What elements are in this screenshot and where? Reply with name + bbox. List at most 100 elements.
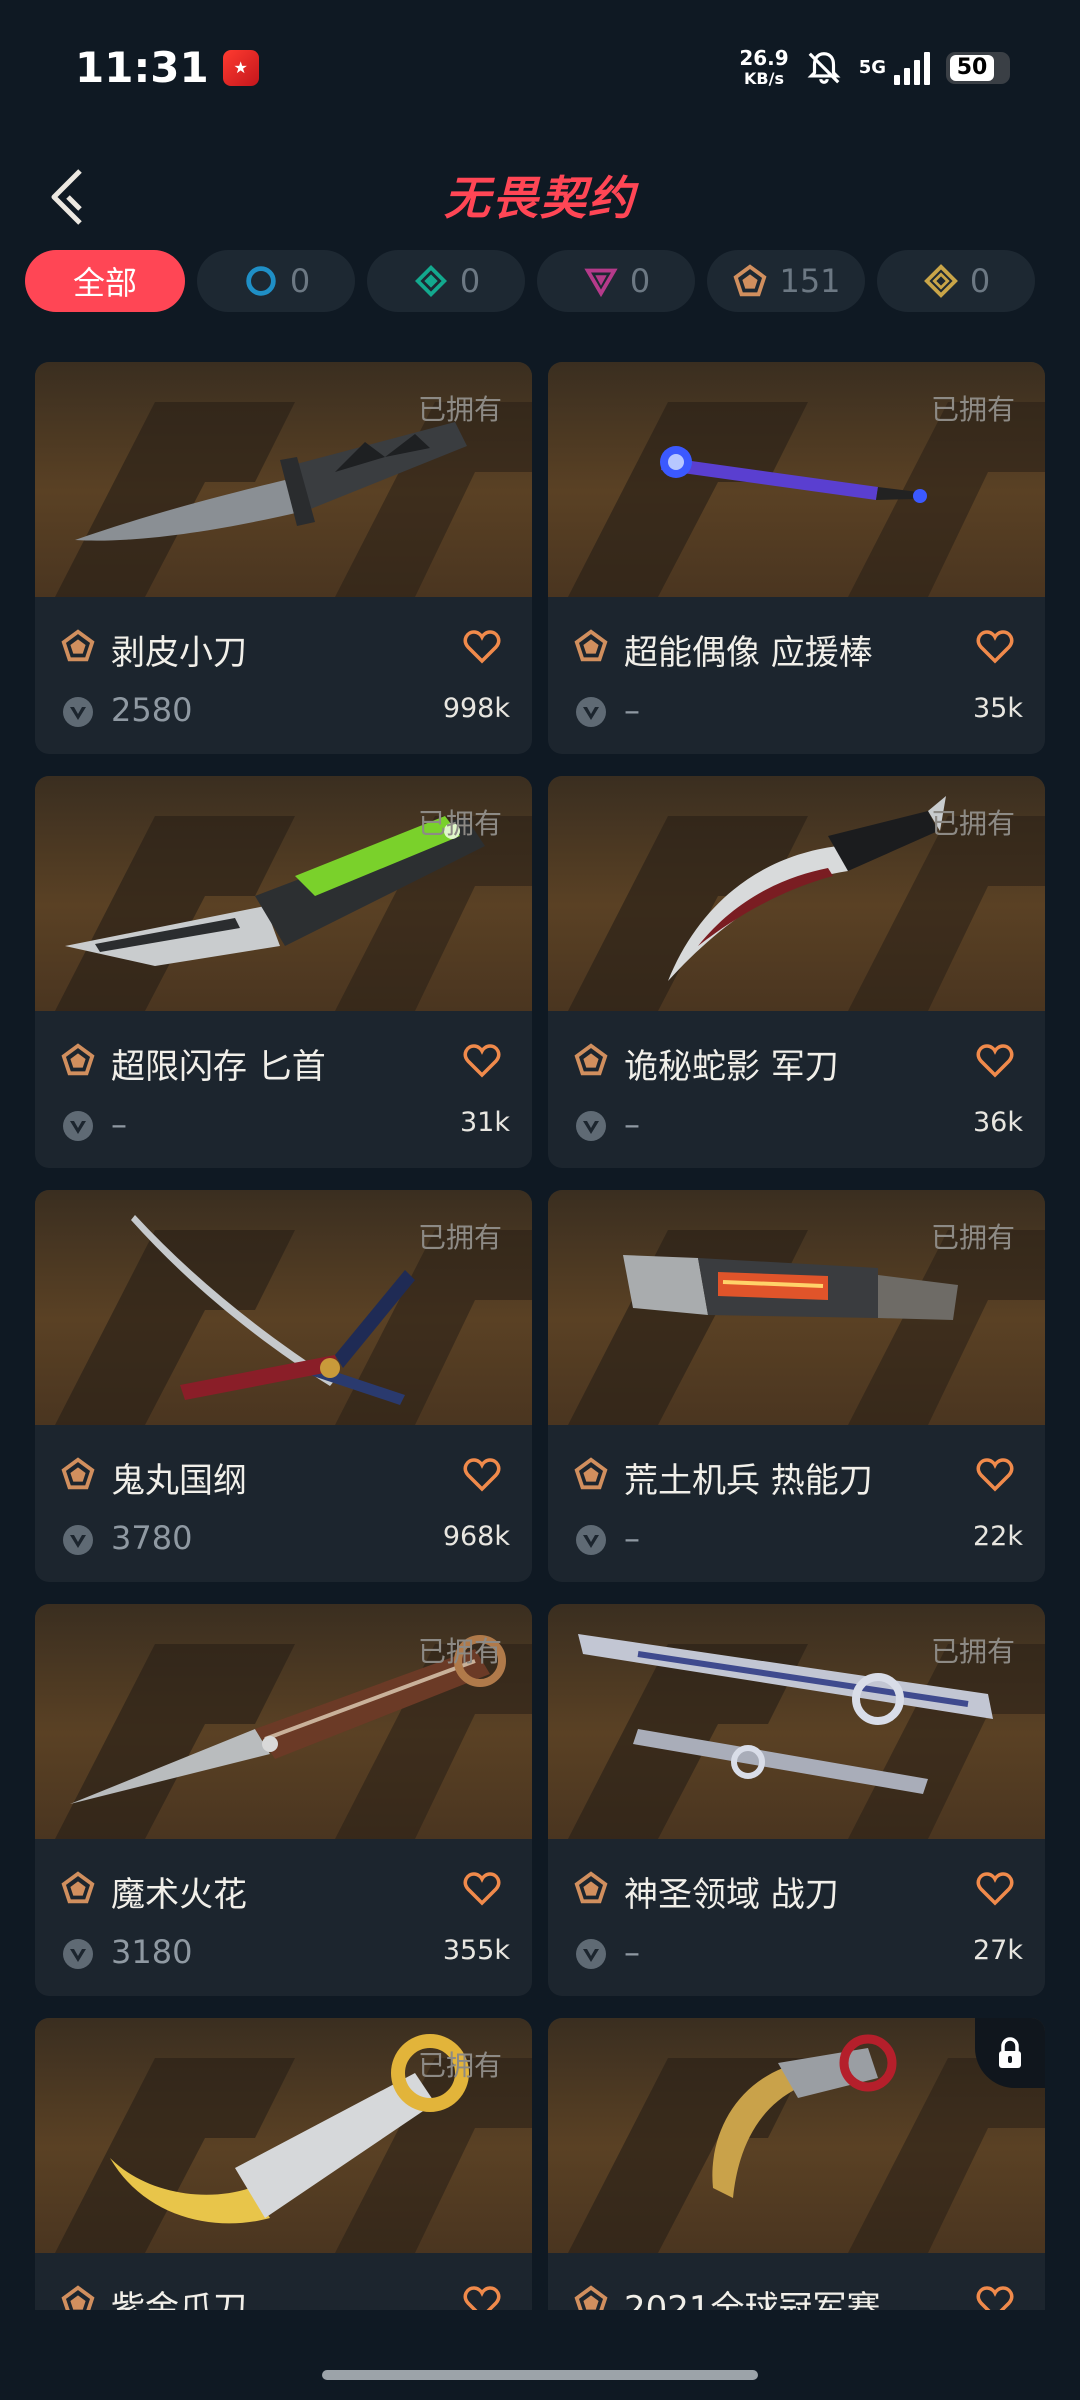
skin-image: [548, 2018, 1045, 2253]
like-count: 31k: [460, 1107, 510, 1138]
skin-card[interactable]: 已拥有 超限闪存 匕首 – 31k: [35, 776, 532, 1168]
valorant-points-icon: [576, 1939, 606, 1969]
exclusive-tier-icon: [61, 2285, 95, 2310]
heart-icon[interactable]: [975, 1041, 1015, 1081]
filter-deluxe-tier[interactable]: 0: [367, 250, 525, 312]
skin-price: –: [111, 1105, 127, 1143]
skin-card[interactable]: 已拥有 剥皮小刀 2580 998k: [35, 362, 532, 754]
skin-name: 紫金爪刀: [111, 2289, 247, 2310]
network-speed: 26.9 KB/s: [739, 48, 788, 87]
battery-icon: 50: [946, 51, 1010, 84]
like-count: 968k: [442, 1521, 510, 1552]
heart-icon[interactable]: [462, 1869, 502, 1909]
skin-image: 已拥有: [548, 776, 1045, 1011]
exclusive-tier-icon: [61, 1043, 95, 1076]
heart-icon[interactable]: [462, 1041, 502, 1081]
status-bar: 11:31 ★ 26.9 KB/s 5G 50: [0, 0, 1080, 135]
network-type: 5G: [858, 56, 886, 78]
skin-image: 已拥有: [35, 1190, 532, 1425]
skin-price: –: [624, 1105, 640, 1143]
skin-grid: 已拥有 剥皮小刀 2580 998k 已拥有 超能偶像 应援棒 – 35k 已拥…: [35, 362, 1045, 2310]
exclusive-tier-icon: [61, 629, 95, 662]
valorant-points-icon: [63, 1525, 93, 1555]
valorant-points-icon: [576, 697, 606, 727]
filter-ultra-tier[interactable]: 0: [877, 250, 1035, 312]
heart-icon[interactable]: [975, 1455, 1015, 1495]
like-count: 27k: [973, 1935, 1023, 1966]
filter-all-label: 全部: [72, 264, 137, 302]
skin-card[interactable]: 2021全球冠军赛: [548, 2018, 1045, 2310]
filter-select-tier[interactable]: 0: [197, 250, 355, 312]
network-speed-unit: KB/s: [744, 69, 784, 88]
skin-image: 已拥有: [548, 1190, 1045, 1425]
network-speed-value: 26.9: [739, 46, 789, 70]
page-title: 无畏契约: [444, 171, 636, 225]
skin-name: 超限闪存 匕首: [111, 1047, 326, 1087]
exclusive-tier-icon: [61, 1457, 95, 1490]
skin-card[interactable]: 已拥有 诡秘蛇影 军刀 – 36k: [548, 776, 1045, 1168]
filter-count: 0: [969, 262, 991, 300]
like-count: 998k: [442, 693, 510, 724]
bottom-bar: [0, 2310, 1080, 2400]
skin-price: 3780: [111, 1519, 193, 1557]
lock-icon: [999, 2037, 1021, 2068]
exclusive-tier-icon: [574, 629, 608, 662]
skin-card[interactable]: 已拥有 魔术火花 3180 355k: [35, 1604, 532, 1996]
filter-all[interactable]: 全部: [25, 250, 185, 312]
heart-icon[interactable]: [462, 2283, 502, 2310]
valorant-points-icon: [576, 1525, 606, 1555]
skin-card[interactable]: 已拥有 紫金爪刀: [35, 2018, 532, 2310]
signal-icon: [894, 51, 930, 85]
valorant-points-icon: [63, 1939, 93, 1969]
skin-card[interactable]: 已拥有 荒土机兵 热能刀 – 22k: [548, 1190, 1045, 1582]
deluxe-tier-icon: [414, 265, 447, 297]
owned-label: 已拥有: [930, 393, 1015, 426]
heart-icon[interactable]: [975, 2283, 1015, 2310]
app-notification-icon: ★: [222, 49, 259, 86]
skin-name: 2021全球冠军赛: [624, 2289, 881, 2310]
skin-image: 已拥有: [35, 2018, 532, 2253]
exclusive-tier-icon: [574, 1457, 608, 1490]
filter-count: 0: [459, 262, 481, 300]
skin-name: 鬼丸国纲: [111, 1461, 247, 1501]
home-indicator[interactable]: [322, 2370, 758, 2380]
heart-icon[interactable]: [975, 1869, 1015, 1909]
skin-price: 3180: [111, 1933, 193, 1971]
filter-count: 151: [779, 262, 841, 300]
ultra-tier-icon: [923, 264, 958, 298]
clock: 11:31: [75, 43, 209, 92]
skin-image: 已拥有: [35, 362, 532, 597]
skin-card[interactable]: 已拥有 神圣领域 战刀 – 27k: [548, 1604, 1045, 1996]
back-arrow-icon: [51, 169, 82, 225]
skin-name: 超能偶像 应援棒: [624, 633, 873, 673]
valorant-points-icon: [63, 1111, 93, 1141]
heart-icon[interactable]: [462, 627, 502, 667]
filter-premium-tier[interactable]: 0: [537, 250, 695, 312]
select-tier-icon: [246, 266, 276, 296]
skin-card[interactable]: 已拥有 超能偶像 应援棒 – 35k: [548, 362, 1045, 754]
like-count: 22k: [973, 1521, 1023, 1552]
owned-label: 已拥有: [417, 393, 502, 426]
skin-card[interactable]: 已拥有 鬼丸国纲 3780 968k: [35, 1190, 532, 1582]
champions-karambit-icon: [712, 2034, 897, 2198]
heart-icon[interactable]: [975, 627, 1015, 667]
owned-label: 已拥有: [417, 1221, 502, 1254]
like-count: 35k: [973, 693, 1023, 724]
filter-count: 0: [289, 262, 311, 300]
skin-name: 荒土机兵 热能刀: [624, 1461, 873, 1501]
skin-name: 诡秘蛇影 军刀: [624, 1047, 839, 1087]
skin-price: –: [624, 691, 640, 729]
skin-image: 已拥有: [548, 362, 1045, 597]
owned-label: 已拥有: [930, 1221, 1015, 1254]
skin-name: 剥皮小刀: [111, 633, 247, 673]
skin-name: 魔术火花: [111, 1875, 247, 1915]
skin-price: –: [624, 1933, 640, 1971]
filter-exclusive-tier[interactable]: 151: [707, 250, 865, 312]
heart-icon[interactable]: [462, 1455, 502, 1495]
battery-level: 50: [950, 54, 994, 81]
premium-tier-icon: [584, 268, 618, 298]
skin-image: 已拥有: [548, 1604, 1045, 1839]
tier-filter-bar: 全部 0 0 0 151 0: [25, 250, 1065, 312]
valorant-points-icon: [63, 697, 93, 727]
back-button[interactable]: [38, 162, 98, 232]
